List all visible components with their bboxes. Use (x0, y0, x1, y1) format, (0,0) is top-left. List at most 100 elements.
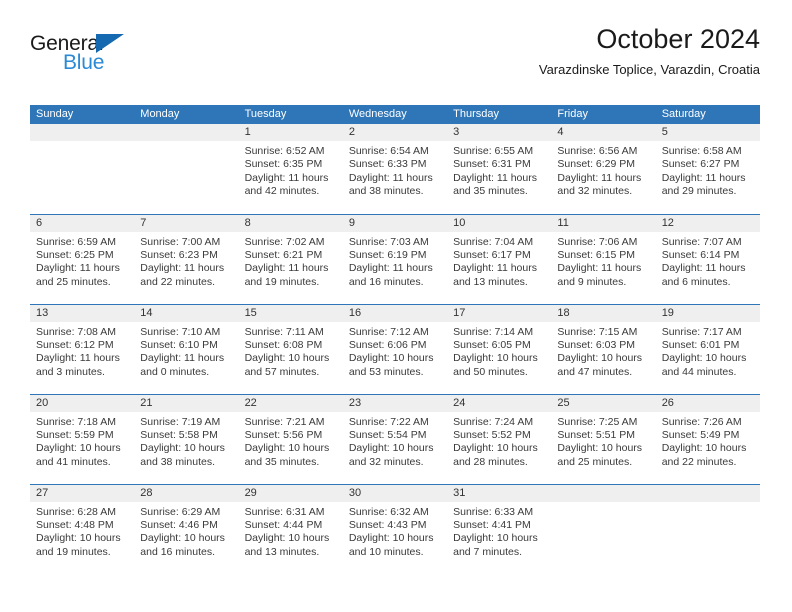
calendar-day-cell[interactable]: 28 Sunrise: 6:29 AM Sunset: 4:46 PM Dayligh… (134, 483, 239, 574)
day-number: 30 (342, 484, 448, 502)
daylight-text-line1: Daylight: 10 hours (244, 442, 330, 455)
daylight-text-line1: Daylight: 10 hours (140, 532, 225, 545)
day-sun-info: Sunrise: 7:10 AM Sunset: 6:10 PM Daylight:… (134, 322, 238, 380)
sunset-text: Sunset: 6:21 PM (244, 248, 323, 261)
calendar-day-cell[interactable]: 24 Sunrise: 7:24 AM Sunset: 5:52 PM Dayligh… (447, 393, 552, 484)
day-number: 2 (342, 124, 448, 141)
calendar-day-cell[interactable]: 5 Sunrise: 6:58 AM Sunset: 6:27 PM Daylight… (655, 124, 760, 214)
day-number: 6 (30, 214, 135, 232)
calendar-day-cell[interactable]: 2 Sunrise: 6:54 AM Sunset: 6:33 PM Daylight… (342, 124, 448, 214)
weekday-header-friday: Friday (551, 105, 656, 124)
day-sun-info: Sunrise: 7:19 AM Sunset: 5:58 PM Daylight:… (134, 412, 238, 470)
calendar-day-cell[interactable]: 3 Sunrise: 6:55 AM Sunset: 6:31 PM Daylight… (447, 124, 552, 214)
day-sun-info: Sunrise: 7:24 AM Sunset: 5:52 PM Daylight:… (447, 412, 551, 470)
sunrise-text: Sunrise: 6:55 AM (453, 145, 534, 157)
daylight-text-line1: Daylight: 11 hours (661, 171, 746, 184)
day-sun-info: Sunrise: 7:17 AM Sunset: 6:01 PM Daylight:… (656, 322, 760, 380)
day-number (551, 484, 656, 502)
calendar-day-cell[interactable]: 10 Sunrise: 7:04 AM Sunset: 6:17 PM Dayligh… (447, 213, 552, 304)
sunrise-text: Sunrise: 6:58 AM (661, 145, 742, 157)
day-sun-info: Sunrise: 7:14 AM Sunset: 6:05 PM Daylight:… (447, 322, 551, 380)
calendar-day-cell[interactable]: 20 Sunrise: 7:18 AM Sunset: 5:59 PM Dayligh… (30, 393, 135, 484)
day-sun-info: Sunrise: 6:28 AM Sunset: 4:48 PM Daylight:… (30, 502, 134, 560)
day-number: 15 (238, 304, 343, 322)
day-sun-info: Sunrise: 7:12 AM Sunset: 6:06 PM Daylight:… (343, 322, 447, 380)
sunset-text: Sunset: 6:35 PM (244, 158, 323, 171)
calendar-day-cell[interactable]: 12 Sunrise: 7:07 AM Sunset: 6:14 PM Dayligh… (655, 213, 760, 304)
calendar-day-cell[interactable]: 11 Sunrise: 7:06 AM Sunset: 6:15 PM Dayligh… (551, 213, 656, 304)
calendar-day-cell[interactable]: 19 Sunrise: 7:17 AM Sunset: 6:01 PM Dayligh… (655, 303, 760, 394)
calendar-day-cell[interactable]: 23 Sunrise: 7:22 AM Sunset: 5:54 PM Dayligh… (342, 393, 448, 484)
calendar-day-cell[interactable]: 15 Sunrise: 7:11 AM Sunset: 6:08 PM Dayligh… (238, 303, 343, 394)
calendar-day-cell[interactable]: 16 Sunrise: 7:12 AM Sunset: 6:06 PM Dayligh… (342, 303, 448, 394)
sunrise-text: Sunrise: 6:29 AM (140, 505, 221, 518)
calendar-day-cell[interactable]: 22 Sunrise: 7:21 AM Sunset: 5:56 PM Dayligh… (238, 393, 343, 484)
daylight-text-line1: Daylight: 10 hours (661, 352, 747, 365)
daylight-text-line1: Daylight: 11 hours (140, 352, 225, 365)
daylight-text-line2: and 32 minutes. (348, 455, 424, 468)
calendar-day-cell[interactable]: 25 Sunrise: 7:25 AM Sunset: 5:51 PM Dayligh… (551, 393, 656, 484)
weekday-header-sunday: Sunday (30, 105, 135, 124)
calendar-day-cell[interactable]: 1 Sunrise: 6:52 AM Sunset: 6:35 PM Daylight… (238, 124, 343, 214)
day-sun-info: Sunrise: 7:15 AM Sunset: 6:03 PM Daylight:… (551, 322, 655, 380)
daylight-text-line1: Daylight: 11 hours (244, 171, 329, 184)
day-sun-info: Sunrise: 7:25 AM Sunset: 5:51 PM Daylight:… (551, 412, 655, 470)
calendar-day-cell[interactable]: 13 Sunrise: 7:08 AM Sunset: 6:12 PM Dayligh… (30, 303, 135, 394)
calendar-day-cell[interactable]: 30 Sunrise: 6:32 AM Sunset: 4:43 PM Dayligh… (342, 483, 448, 574)
day-number: 4 (551, 124, 656, 141)
daylight-text-line2: and 25 minutes. (557, 455, 633, 468)
calendar-day-cell[interactable]: 6 Sunrise: 6:59 AM Sunset: 6:25 PM Daylight… (30, 213, 135, 304)
daylight-text-line1: Daylight: 10 hours (453, 442, 538, 455)
daylight-text-line2: and 29 minutes. (661, 185, 737, 198)
calendar-day-cell[interactable]: 21 Sunrise: 7:19 AM Sunset: 5:58 PM Dayligh… (134, 393, 239, 484)
sunset-text: Sunset: 4:46 PM (140, 518, 218, 531)
calendar-day-cell[interactable]: 9 Sunrise: 7:03 AM Sunset: 6:19 PM Daylight… (342, 213, 448, 304)
calendar-day-cell-empty (134, 124, 239, 214)
day-sun-info: Sunrise: 7:26 AM Sunset: 5:49 PM Daylight:… (656, 412, 760, 470)
daylight-text-line2: and 10 minutes. (348, 545, 424, 558)
calendar-page: General Blue October 2024 Varazdinske To… (0, 0, 792, 612)
calendar-day-cell[interactable]: 29 Sunrise: 6:31 AM Sunset: 4:44 PM Dayligh… (238, 483, 343, 574)
sunrise-text: Sunrise: 7:03 AM (348, 235, 429, 248)
daylight-text-line2: and 35 minutes. (244, 455, 320, 468)
day-sun-info: Sunrise: 6:29 AM Sunset: 4:46 PM Daylight:… (134, 502, 238, 560)
day-sun-info: Sunrise: 7:08 AM Sunset: 6:12 PM Daylight:… (30, 322, 134, 380)
day-number: 20 (30, 394, 135, 412)
daylight-text-line2: and 38 minutes. (140, 455, 215, 468)
calendar-day-cell[interactable]: 26 Sunrise: 7:26 AM Sunset: 5:49 PM Dayligh… (655, 393, 760, 484)
weekday-header-monday: Monday (134, 105, 239, 124)
calendar-day-cell[interactable]: 27 Sunrise: 6:28 AM Sunset: 4:48 PM Dayligh… (30, 483, 135, 574)
weekday-header-wednesday: Wednesday (342, 105, 448, 124)
calendar-day-cell[interactable]: 4 Sunrise: 6:56 AM Sunset: 6:29 PM Daylight… (551, 124, 656, 214)
calendar-day-cell[interactable]: 18 Sunrise: 7:15 AM Sunset: 6:03 PM Dayligh… (551, 303, 656, 394)
day-sun-info: Sunrise: 7:22 AM Sunset: 5:54 PM Daylight:… (343, 412, 447, 470)
daylight-text-line2: and 6 minutes. (661, 275, 731, 288)
day-sun-info: Sunrise: 7:11 AM Sunset: 6:08 PM Daylight:… (239, 322, 343, 380)
sunset-text: Sunset: 6:29 PM (557, 158, 636, 171)
page-subtitle: Varazdinske Toplice, Varazdin, Croatia (538, 62, 760, 77)
sunrise-text: Sunrise: 6:32 AM (348, 505, 429, 518)
calendar-day-cell[interactable]: 7 Sunrise: 7:00 AM Sunset: 6:23 PM Daylight… (134, 213, 239, 304)
sunset-text: Sunset: 6:05 PM (453, 338, 531, 351)
day-sun-info: Sunrise: 6:33 AM Sunset: 4:41 PM Daylight:… (447, 502, 551, 560)
calendar-day-cell-empty (655, 483, 760, 574)
daylight-text-line2: and 0 minutes. (140, 365, 210, 378)
calendar-day-cell[interactable]: 17 Sunrise: 7:14 AM Sunset: 6:05 PM Dayligh… (447, 303, 552, 394)
sunrise-text: Sunrise: 7:15 AM (557, 325, 638, 338)
sunset-text: Sunset: 6:01 PM (661, 338, 740, 351)
day-number: 21 (134, 394, 239, 412)
calendar-day-cell[interactable]: 14 Sunrise: 7:10 AM Sunset: 6:10 PM Dayligh… (134, 303, 239, 394)
sunset-text: Sunset: 4:43 PM (348, 518, 427, 531)
daylight-text-line1: Daylight: 10 hours (453, 352, 538, 365)
calendar-week-row: 20 Sunrise: 7:18 AM Sunset: 5:59 PM Dayligh… (30, 393, 760, 484)
calendar-day-cell[interactable]: 8 Sunrise: 7:02 AM Sunset: 6:21 PM Daylight… (238, 213, 343, 304)
calendar-day-cell-empty (551, 483, 656, 574)
daylight-text-line2: and 25 minutes. (36, 275, 111, 288)
daylight-text-line1: Daylight: 11 hours (557, 262, 642, 275)
sunset-text: Sunset: 6:10 PM (140, 338, 218, 351)
sunrise-text: Sunrise: 7:10 AM (140, 325, 221, 338)
daylight-text-line1: Daylight: 10 hours (348, 352, 434, 365)
day-number: 13 (30, 304, 135, 322)
sunset-text: Sunset: 4:44 PM (244, 518, 323, 531)
calendar-day-cell[interactable]: 31 Sunrise: 6:33 AM Sunset: 4:41 PM Dayligh… (447, 483, 552, 574)
